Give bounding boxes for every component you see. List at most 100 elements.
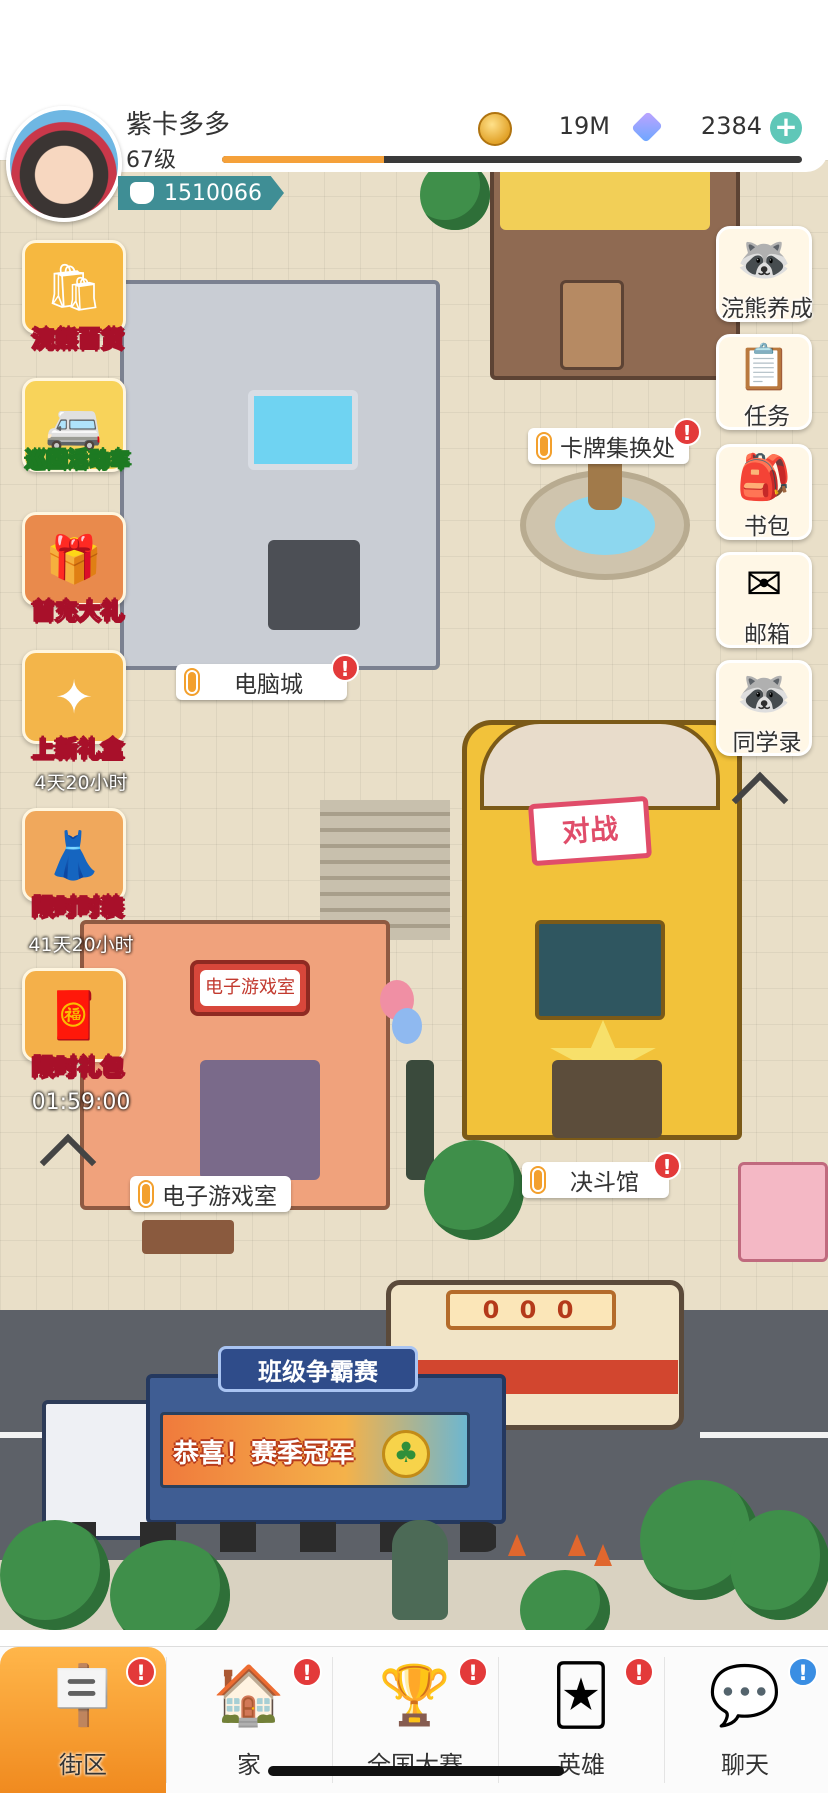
nav-street[interactable]: 🪧 街区 ! [0, 1647, 166, 1793]
event-label: 首充大礼 [32, 599, 125, 626]
event-timer: 41天20小时 [28, 934, 134, 956]
power-value: 1510066 [164, 180, 262, 206]
player-name: 紫卡多多 [126, 110, 231, 140]
menu-label: 书包 [744, 514, 790, 540]
backpack-icon: 🎒 [736, 452, 792, 503]
top-safe-area [0, 0, 828, 100]
alert-badge: ! [653, 1152, 681, 1180]
event-timer: 4天20小时 [34, 772, 128, 794]
alert-badge: ! [126, 1657, 156, 1687]
location-arcade[interactable]: 电子游戏室 [130, 1176, 291, 1212]
old-lady-character[interactable] [392, 1520, 448, 1620]
menu-tasks[interactable]: 📋 任务 [716, 334, 812, 430]
traffic-cone [508, 1534, 526, 1556]
bench [142, 1220, 234, 1254]
coin-amount: 19M [558, 112, 610, 140]
gem-amount: 2384 [700, 112, 762, 140]
location-card-exchange[interactable]: 卡牌集换处 ! [528, 418, 701, 464]
event-tour-van[interactable]: 🚐 巡回活动车 [22, 378, 131, 473]
location-pin-icon [140, 1182, 152, 1206]
home-indicator[interactable] [268, 1766, 564, 1776]
new-gift-box-icon: ✦ [54, 670, 94, 724]
menu-mailbox[interactable]: ✉ 邮箱 [716, 552, 812, 648]
alert-badge: ! [292, 1657, 322, 1687]
tree [0, 1520, 110, 1630]
arcade-sign-text: 电子游戏室 [200, 970, 300, 1006]
alert-badge: ! [673, 418, 701, 446]
event-label: 浣熊百货 [32, 327, 125, 354]
event-label: 上新礼盒 [32, 737, 125, 764]
stone-steps [320, 800, 450, 940]
red-envelope-icon: 🧧 [45, 987, 103, 1042]
duel-hall-windows [535, 920, 665, 1020]
location-label: 电脑城 [234, 672, 303, 698]
event-limited-outfit[interactable]: 👗 限时时装 41天20小时 [22, 808, 134, 956]
season-champion-text: 恭喜！赛季冠军 [173, 1439, 356, 1469]
alert-badge: ! [624, 1657, 654, 1687]
event-label: 限时礼包 [32, 1055, 125, 1082]
menu-raccoon-training[interactable]: 🦝 浣熊养成 [716, 226, 813, 322]
nav-label: 聊天 [721, 1751, 769, 1779]
traffic-cone [568, 1534, 586, 1556]
duel-hall-battle-sign: 对战 [527, 795, 653, 867]
location-computer-city[interactable]: 电脑城 ! [176, 654, 359, 700]
location-label: 卡牌集换处 [560, 436, 675, 462]
classmates-icon: 🦝 [736, 668, 792, 719]
envelope-icon: ✉ [745, 559, 783, 610]
exp-progress-fill [222, 156, 385, 163]
computer-city-door [268, 540, 360, 630]
player-level: 67级 [126, 148, 176, 173]
location-label: 决斗馆 [570, 1170, 639, 1196]
first-recharge-icon: 🎁 [45, 531, 103, 586]
event-raccoon-store[interactable]: 🛍 浣熊百货 [22, 240, 128, 354]
event-new-gift-box[interactable]: ✦ 上新礼盒 4天20小时 [22, 650, 128, 794]
traffic-light [406, 1060, 434, 1180]
arcade-doorway [200, 1060, 320, 1180]
clover-icon: ♣ [382, 1430, 430, 1478]
location-pin-icon [186, 670, 198, 694]
event-timer: 01:59:00 [31, 1090, 131, 1115]
pink-market-stall [738, 1162, 828, 1262]
fist-icon [130, 182, 154, 204]
menu-label: 邮箱 [744, 622, 790, 648]
menu-backpack[interactable]: 🎒 书包 [716, 444, 812, 540]
collapse-right-menu-button[interactable] [731, 770, 789, 829]
duel-hall-door [552, 1060, 662, 1138]
tree [730, 1510, 828, 1620]
location-label: 电子游戏室 [162, 1184, 277, 1210]
location-pin-icon [532, 1168, 544, 1192]
menu-label: 任务 [744, 404, 790, 430]
menu-label: 同学录 [732, 730, 802, 756]
bus-display: 0 0 0 [446, 1290, 616, 1330]
location-pin-icon [538, 434, 550, 458]
event-first-recharge[interactable]: 🎁 首充大礼 [22, 512, 128, 626]
event-label: 巡回活动车 [25, 448, 131, 473]
menu-classmates[interactable]: 🦝 同学录 [716, 660, 812, 756]
player-avatar[interactable] [6, 106, 122, 222]
shopping-bag-icon: 🛍 [44, 259, 104, 314]
nav-label: 街区 [59, 1751, 107, 1779]
clipboard-icon: 📋 [736, 342, 792, 393]
menu-label: 浣熊养成 [721, 296, 813, 322]
road-marking [700, 1432, 828, 1438]
alert-badge: ! [458, 1657, 488, 1687]
truck-cab [42, 1400, 152, 1540]
nav-chat[interactable]: 💬 聊天 ! [662, 1647, 828, 1793]
add-gems-button[interactable]: + [770, 112, 802, 144]
class-competition-banner[interactable]: 班级争霸赛 [218, 1346, 418, 1392]
computer-city-screen [248, 390, 358, 470]
traffic-cone [594, 1544, 612, 1566]
duel-hall-roof [480, 720, 720, 810]
event-limited-pack[interactable]: 🧧 限时礼包 01:59:00 [22, 968, 130, 1115]
player-status-bar [0, 0, 828, 172]
location-duel-hall[interactable]: 决斗馆 ! [522, 1152, 681, 1198]
coin-icon [478, 112, 512, 146]
power-badge: 1510066 [118, 176, 284, 210]
card-exchange-door [560, 280, 624, 370]
alert-badge: ! [788, 1657, 818, 1687]
collapse-left-events-button[interactable] [39, 1132, 97, 1191]
balloons-2 [392, 1008, 422, 1044]
alert-badge: ! [331, 654, 359, 682]
exp-progress-bar [222, 156, 802, 163]
limited-outfit-icon: 👗 [45, 827, 103, 882]
